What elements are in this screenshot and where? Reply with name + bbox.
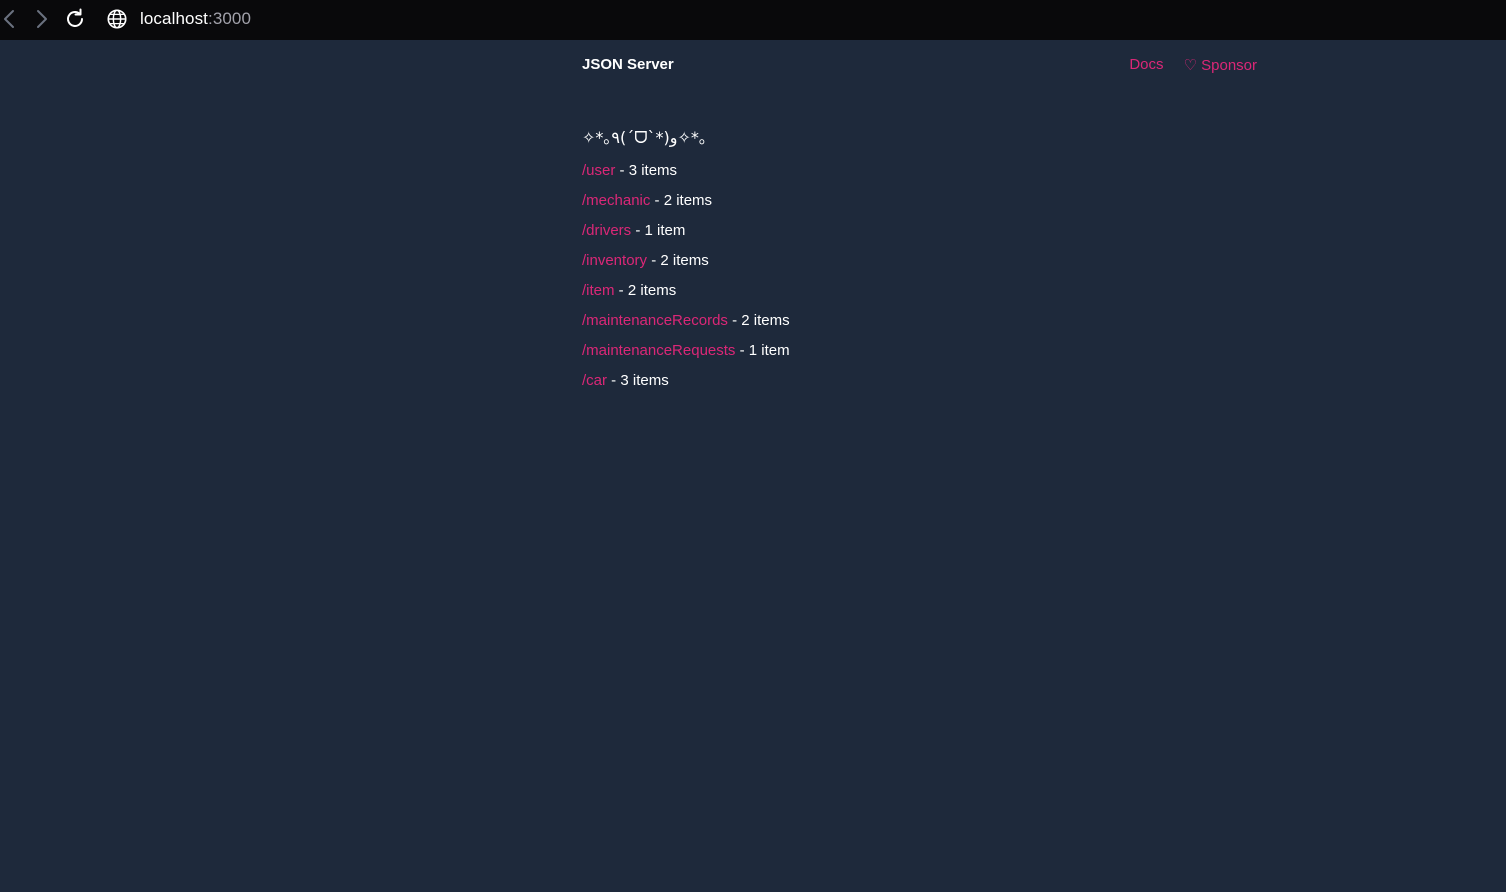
list-item: /item - 2 items (582, 281, 790, 311)
list-item: /user - 3 items (582, 161, 790, 191)
list-item: /mechanic - 2 items (582, 191, 790, 221)
list-item: /drivers - 1 item (582, 221, 790, 251)
back-button[interactable] (0, 7, 22, 31)
chevron-left-icon (4, 10, 14, 28)
resource-count: - 2 items (650, 192, 713, 209)
resource-link-drivers[interactable]: /drivers (582, 222, 631, 239)
resource-count: - 2 items (727, 312, 790, 329)
page-content: JSON Server Docs ♡ Sponsor ✧*｡٩(ˊᗜˋ*)و✧*… (0, 40, 1506, 892)
browser-toolbar: localhost:3000 (0, 0, 1506, 40)
sponsor-link[interactable]: ♡ Sponsor (1184, 56, 1257, 74)
resource-link-maintenance-requests[interactable]: /maintenanceRequests (582, 342, 735, 359)
url-text: localhost:3000 (140, 9, 251, 29)
brand-title: JSON Server (582, 56, 674, 73)
resource-link-user[interactable]: /user (582, 162, 615, 179)
resource-count: - 3 items (607, 372, 669, 389)
url-host: localhost (140, 9, 208, 28)
url-port: :3000 (208, 9, 252, 28)
reload-button[interactable] (63, 7, 87, 31)
address-bar[interactable]: localhost:3000 (106, 7, 251, 31)
resource-count: - 2 items (647, 252, 709, 269)
resource-count: - 2 items (614, 282, 677, 299)
globe-icon (107, 9, 127, 29)
kaomoji-greeting: ✧*｡٩(ˊᗜˋ*)و✧*｡ (582, 128, 707, 147)
resource-list: /user - 3 items /mechanic - 2 items /dri… (582, 161, 790, 401)
list-item: /maintenanceRecords - 2 items (582, 311, 790, 341)
resource-count: - 1 item (735, 342, 790, 359)
list-item: /maintenanceRequests - 1 item (582, 341, 790, 371)
chevron-right-icon (37, 10, 47, 28)
forward-button[interactable] (29, 7, 53, 31)
header-nav: Docs ♡ Sponsor (1129, 56, 1257, 74)
resource-link-car[interactable]: /car (582, 372, 607, 389)
reload-icon (67, 8, 83, 27)
resource-link-item[interactable]: /item (582, 282, 615, 299)
site-header: JSON Server Docs ♡ Sponsor (582, 56, 1257, 78)
list-item: /inventory - 2 items (582, 251, 790, 281)
list-item: /car - 3 items (582, 371, 790, 401)
docs-link[interactable]: Docs (1129, 56, 1163, 74)
resource-link-mechanic[interactable]: /mechanic (582, 192, 650, 209)
resource-link-maintenance-records[interactable]: /maintenanceRecords (582, 312, 728, 329)
resource-link-inventory[interactable]: /inventory (582, 252, 647, 269)
resource-count: - 3 items (615, 162, 678, 179)
resource-count: - 1 item (631, 222, 686, 239)
